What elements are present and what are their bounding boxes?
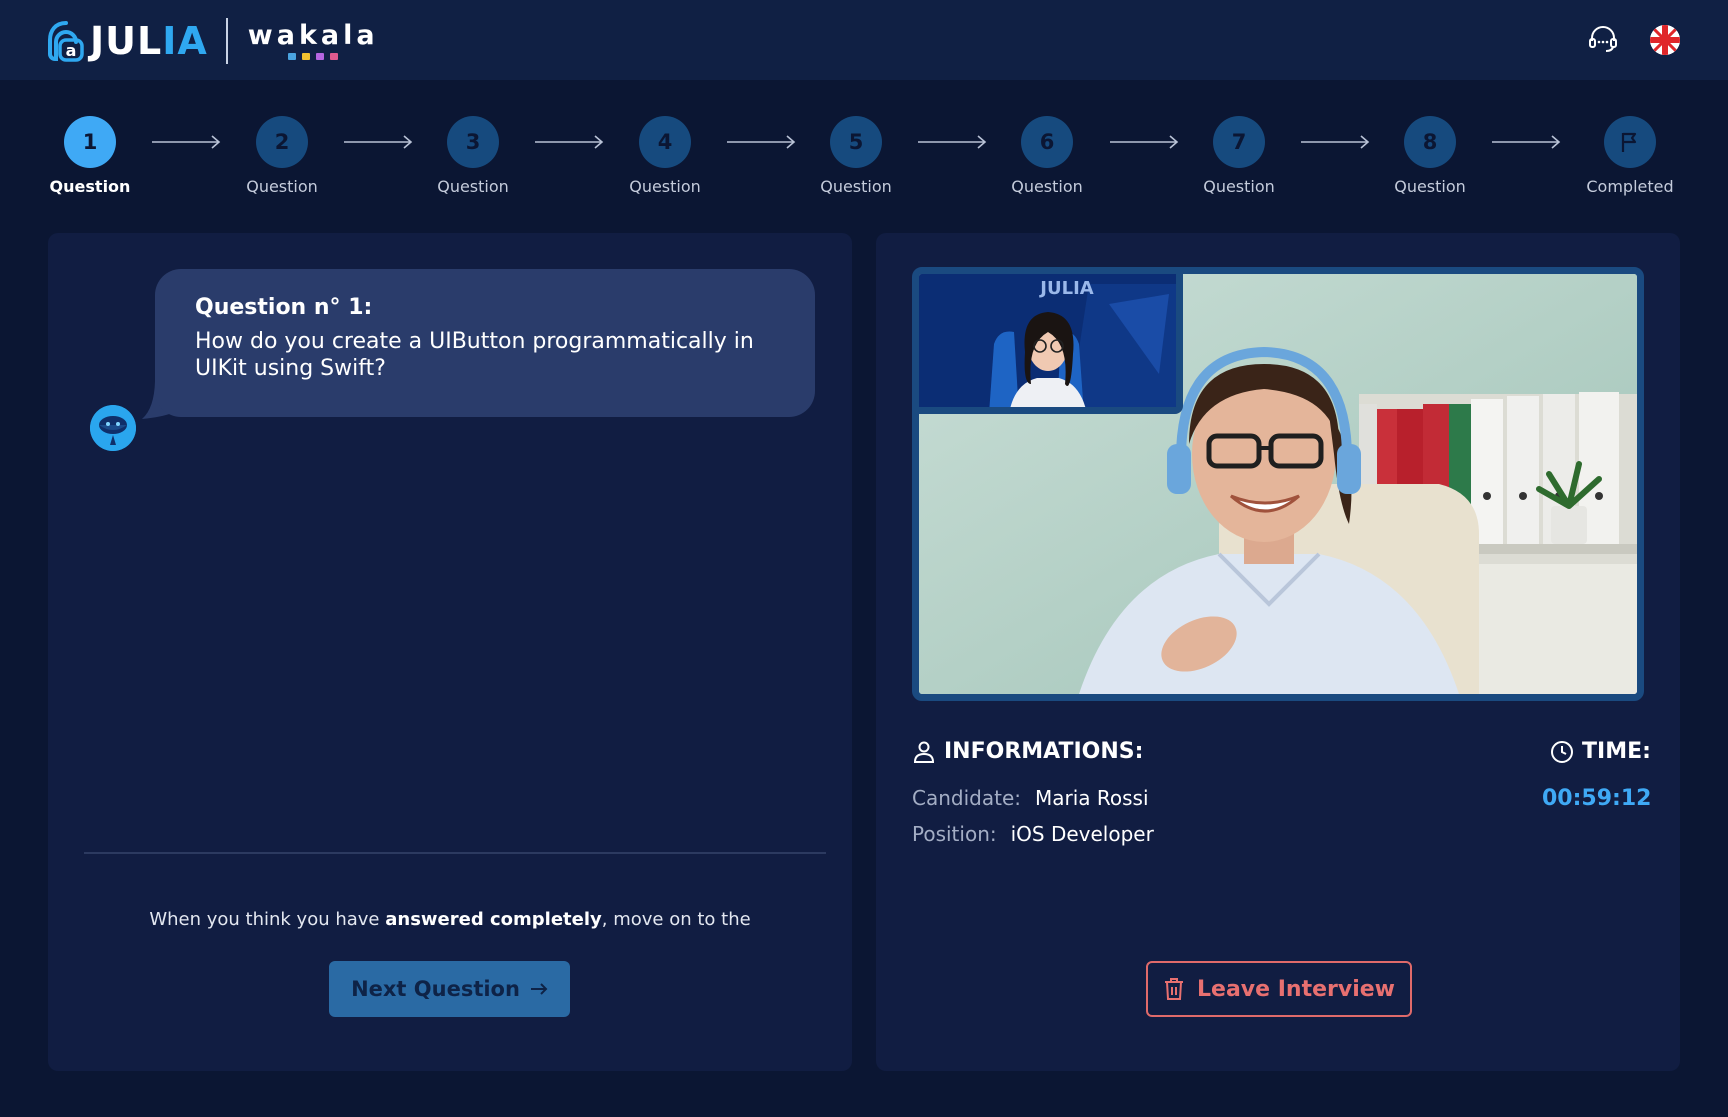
- leave-interview-label: Leave Interview: [1197, 976, 1395, 1002]
- julia-logo-icon: a: [46, 20, 86, 62]
- assistant-avatar: [90, 405, 136, 451]
- robot-icon: [90, 405, 136, 451]
- flag-icon: [1621, 132, 1637, 152]
- time-heading: TIME:: [1550, 739, 1651, 764]
- step-label: Question: [820, 177, 892, 196]
- step-circle: 1: [64, 116, 116, 168]
- step-arrow-icon: [1492, 135, 1561, 149]
- wakala-dot: [302, 53, 311, 60]
- uk-flag-icon[interactable]: [1650, 25, 1680, 55]
- step-arrow-icon: [344, 135, 413, 149]
- step-label: Question: [1203, 177, 1275, 196]
- step-arrow-icon: [1301, 135, 1370, 149]
- candidate-row: Candidate: Maria Rossi: [912, 786, 1149, 810]
- top-bar: a JULIA wakala: [0, 0, 1728, 80]
- step-6[interactable]: 6 Question: [977, 116, 1117, 196]
- step-arrow-icon: [152, 135, 221, 149]
- hint-text-start: When you think you have: [149, 909, 386, 930]
- wakala-dot: [330, 53, 339, 60]
- step-label: Question: [246, 177, 318, 196]
- step-1[interactable]: 1 Question: [20, 116, 160, 196]
- step-4[interactable]: 4 Question: [595, 116, 735, 196]
- wakala-dot: [288, 53, 297, 60]
- ai-interviewer-pip: JULIA: [919, 274, 1183, 414]
- support-headset-icon[interactable]: [1588, 24, 1618, 54]
- step-circle: 5: [830, 116, 882, 168]
- step-arrow-icon: [1110, 135, 1179, 149]
- hint-text-end: , move on to the: [601, 909, 751, 930]
- step-2[interactable]: 2 Question: [212, 116, 352, 196]
- step-5[interactable]: 5 Question: [786, 116, 926, 196]
- brand-logo[interactable]: a JULIA wakala: [46, 18, 379, 64]
- wakala-dot: [316, 53, 325, 60]
- question-title: Question n° 1:: [195, 295, 373, 320]
- hint-text-bold: answered completely: [385, 909, 602, 930]
- step-8[interactable]: 8 Question: [1360, 116, 1500, 196]
- step-label: Question: [1011, 177, 1083, 196]
- step-label: Completed: [1586, 177, 1674, 196]
- step-arrow-icon: [535, 135, 604, 149]
- position-row: Position: iOS Developer: [912, 822, 1154, 846]
- informations-title: INFORMATIONS:: [944, 739, 1144, 764]
- wakala-logo: wakala: [248, 22, 379, 60]
- step-arrow-icon: [918, 135, 987, 149]
- step-label: Question: [1394, 177, 1466, 196]
- position-label: Position:: [912, 822, 997, 846]
- step-completed[interactable]: Completed: [1560, 116, 1700, 196]
- candidate-label: Candidate:: [912, 786, 1021, 810]
- pip-brand-text: JULIA: [1038, 278, 1093, 299]
- next-question-button[interactable]: Next Question: [329, 961, 570, 1017]
- step-label: Question: [437, 177, 509, 196]
- trash-icon: [1165, 978, 1184, 1000]
- svg-text:a: a: [66, 41, 77, 60]
- step-arrow-icon: [727, 135, 796, 149]
- wakala-wordmark: wakala: [247, 20, 379, 51]
- next-question-label: Next Question: [351, 977, 520, 1001]
- question-panel: Question n° 1: How do you create a UIBut…: [48, 233, 852, 1071]
- step-circle: 2: [256, 116, 308, 168]
- step-circle: 3: [447, 116, 499, 168]
- candidate-video: JULIA: [912, 267, 1644, 701]
- position-value: iOS Developer: [1010, 822, 1154, 846]
- question-text: How do you create a UIButton programmati…: [195, 329, 754, 381]
- user-icon: [913, 741, 935, 763]
- brand-divider: [225, 18, 228, 64]
- candidate-value: Maria Rossi: [1034, 786, 1149, 810]
- clock-icon: [1551, 740, 1573, 763]
- step-7[interactable]: 7 Question: [1169, 116, 1309, 196]
- step-circle: 8: [1404, 116, 1456, 168]
- step-label: Question: [49, 177, 131, 196]
- julia-wordmark-part1: JUL: [90, 19, 163, 63]
- step-circle: 6: [1021, 116, 1073, 168]
- informations-heading: INFORMATIONS:: [912, 739, 1143, 764]
- time-title: TIME:: [1582, 739, 1651, 764]
- wakala-dots: [288, 53, 339, 60]
- interview-timer: 00:59:12: [1542, 786, 1652, 811]
- julia-wordmark: JULIA: [90, 22, 208, 60]
- step-circle: [1604, 116, 1656, 168]
- interview-panel: JULIA INFORMATIONS: TIME: Candidate: Mari…: [876, 233, 1680, 1071]
- step-3[interactable]: 3 Question: [403, 116, 543, 196]
- question-bubble: Question n° 1: How do you create a UIBut…: [155, 269, 815, 417]
- ai-interviewer-avatar: JULIA: [919, 274, 1176, 407]
- arrow-right-icon: [530, 983, 548, 995]
- progress-stepper: 1 Question 2 Question 3 Question 4 Quest…: [0, 116, 1728, 196]
- step-circle: 4: [639, 116, 691, 168]
- step-circle: 7: [1213, 116, 1265, 168]
- answer-hint: When you think you have answered complet…: [48, 909, 852, 930]
- julia-wordmark-part2: IA: [162, 19, 208, 63]
- step-label: Question: [629, 177, 701, 196]
- panel-divider: [84, 852, 826, 854]
- leave-interview-button[interactable]: Leave Interview: [1146, 961, 1412, 1017]
